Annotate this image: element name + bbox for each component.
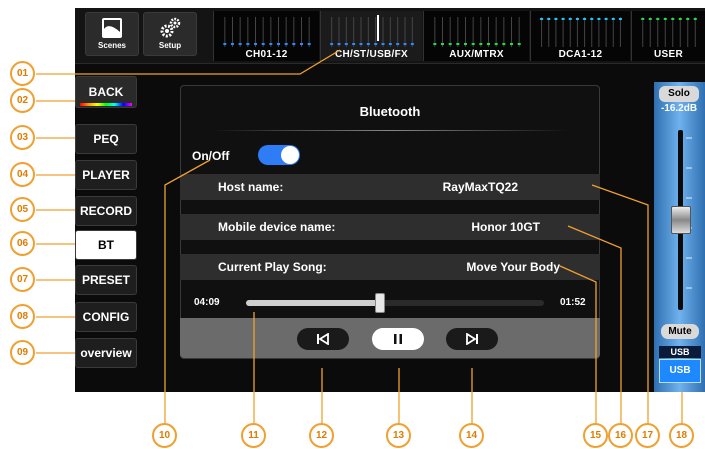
callout-05: 05: [10, 197, 35, 222]
callout-12: 12: [309, 423, 334, 448]
manual-figure: Scenes Setup CH01-12 CH/ST/USB/FX AUX/MT…: [0, 0, 705, 449]
callout-17: 17: [635, 423, 660, 448]
callout-16: 16: [608, 423, 633, 448]
callout-04: 04: [10, 162, 35, 187]
callout-14: 14: [459, 423, 484, 448]
callout-18: 18: [669, 423, 694, 448]
callout-02: 02: [10, 88, 35, 113]
callout-08: 08: [10, 304, 35, 329]
callout-01: 01: [10, 61, 35, 86]
callout-lines: [36, 49, 683, 425]
callout-10: 10: [152, 423, 177, 448]
callout-11: 11: [241, 423, 266, 448]
callout-13: 13: [386, 423, 411, 448]
callout-06: 06: [10, 231, 35, 256]
callout-07: 07: [10, 267, 35, 292]
callout-09: 09: [10, 340, 35, 365]
callout-03: 03: [10, 125, 35, 150]
callout-15: 15: [583, 423, 608, 448]
